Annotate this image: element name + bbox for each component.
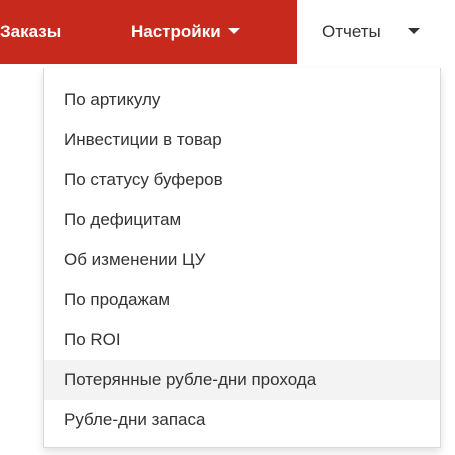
menu-item-label: Потерянные рубле-дни прохода	[64, 370, 317, 389]
nav-reports-label: Отчеты	[322, 22, 381, 41]
menu-item-label: Инвестиции в товар	[64, 130, 222, 149]
menu-item-label: По статусу буферов	[64, 170, 223, 189]
caret-down-icon	[408, 27, 420, 34]
menu-item-label: Об изменении ЦУ	[64, 250, 206, 269]
menu-item-label: По ROI	[64, 330, 121, 349]
nav-orders[interactable]: Заказы	[0, 0, 61, 64]
menu-item-investments[interactable]: Инвестиции в товар	[44, 120, 440, 160]
menu-item-by-article[interactable]: По артикулу	[44, 80, 440, 120]
nav-settings-dropdown[interactable]: Настройки	[131, 0, 240, 64]
nav-reports-dropdown[interactable]: Отчеты	[297, 0, 455, 64]
menu-item-label: По продажам	[64, 290, 171, 309]
menu-item-sales[interactable]: По продажам	[44, 280, 440, 320]
menu-item-label: Рубле-дни запаса	[64, 410, 206, 429]
app-screen: Заказы Настройки Отчеты По артикулу Инве…	[0, 0, 455, 455]
menu-item-stock-ruble-days[interactable]: Рубле-дни запаса	[44, 400, 440, 440]
menu-item-target-level-change[interactable]: Об изменении ЦУ	[44, 240, 440, 280]
nav-orders-label: Заказы	[0, 22, 62, 41]
caret-down-icon	[227, 27, 240, 34]
menu-item-lost-ruble-days[interactable]: Потерянные рубле-дни прохода	[44, 360, 440, 400]
top-navbar: Заказы Настройки Отчеты	[0, 0, 455, 64]
reports-caret-wrapper	[401, 0, 420, 64]
menu-item-deficits[interactable]: По дефицитам	[44, 200, 440, 240]
menu-item-label: По дефицитам	[64, 210, 182, 229]
menu-item-roi[interactable]: По ROI	[44, 320, 440, 360]
menu-item-label: По артикулу	[64, 90, 161, 109]
reports-dropdown-menu: По артикулу Инвестиции в товар По статус…	[43, 68, 441, 448]
nav-settings-label: Настройки	[131, 22, 221, 41]
menu-item-buffer-status[interactable]: По статусу буферов	[44, 160, 440, 200]
